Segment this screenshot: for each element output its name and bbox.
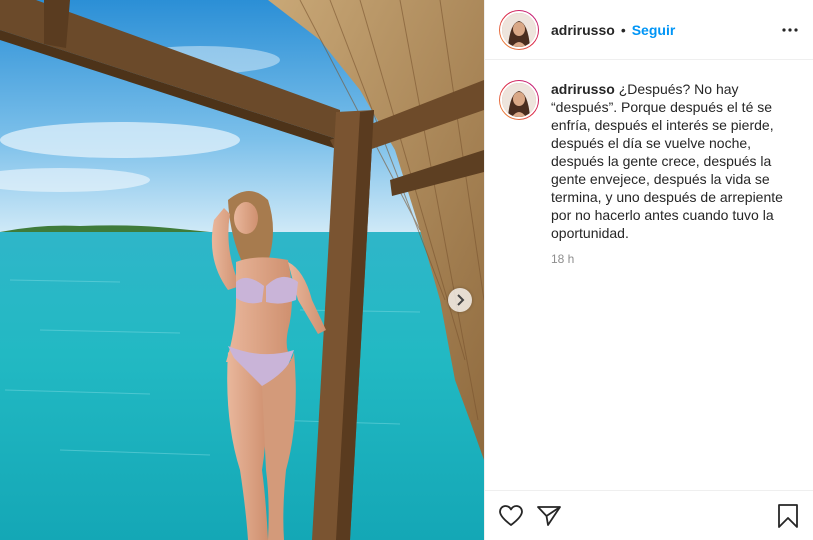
post-sidebar: adrirusso • Seguir adrirusso ¿Después? N… bbox=[484, 0, 813, 540]
more-options-icon bbox=[782, 27, 798, 32]
header-username[interactable]: adrirusso bbox=[551, 22, 615, 38]
avatar-image bbox=[500, 10, 538, 49]
caption-text: adrirusso ¿Después? No hay “después”. Po… bbox=[551, 80, 799, 242]
paper-plane-icon bbox=[537, 505, 561, 526]
heart-icon bbox=[499, 504, 523, 526]
caption-body: ¿Después? No hay “después”. Porque despu… bbox=[551, 81, 783, 241]
share-button[interactable] bbox=[537, 505, 561, 527]
beach-photo-illustration bbox=[0, 0, 484, 540]
caption-avatar-image bbox=[500, 81, 538, 119]
more-options-button[interactable] bbox=[781, 27, 799, 33]
caption-username[interactable]: adrirusso bbox=[551, 81, 615, 97]
post-header: adrirusso • Seguir bbox=[485, 0, 813, 60]
avatar[interactable] bbox=[499, 9, 539, 50]
comments-section: adrirusso ¿Después? No hay “después”. Po… bbox=[485, 60, 813, 490]
like-button[interactable] bbox=[499, 504, 523, 527]
separator-dot: • bbox=[620, 21, 626, 38]
chevron-right-icon bbox=[457, 294, 465, 306]
bookmark-icon bbox=[778, 503, 798, 528]
caption: adrirusso ¿Después? No hay “después”. Po… bbox=[499, 80, 799, 242]
caption-avatar[interactable] bbox=[499, 80, 539, 120]
action-bar bbox=[485, 490, 813, 540]
instagram-post: adrirusso • Seguir adrirusso ¿Después? N… bbox=[0, 0, 813, 540]
post-timestamp[interactable]: 18 h bbox=[551, 252, 799, 266]
follow-button[interactable]: Seguir bbox=[632, 22, 676, 38]
save-button[interactable] bbox=[777, 503, 799, 528]
next-photo-button[interactable] bbox=[448, 288, 472, 312]
post-photo[interactable] bbox=[0, 0, 484, 540]
